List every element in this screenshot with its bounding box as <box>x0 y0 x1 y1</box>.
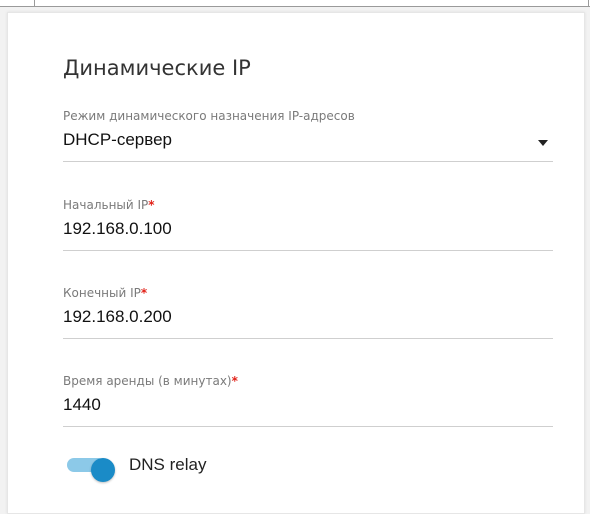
section-title: Динамические IP <box>63 56 251 80</box>
start-ip-input[interactable]: 192.168.0.100 <box>63 219 172 239</box>
end-ip-label-text: Конечный IP <box>63 286 141 300</box>
end-ip-field[interactable]: Конечный IP* 192.168.0.200 <box>63 286 553 346</box>
required-mark: * <box>140 286 148 300</box>
start-ip-label-text: Начальный IP <box>63 198 149 212</box>
lease-time-input[interactable]: 1440 <box>63 395 101 415</box>
required-mark: * <box>231 374 238 388</box>
mode-select[interactable]: Режим динамического назначения IP-адресо… <box>63 109 553 169</box>
start-ip-field[interactable]: Начальный IP* 192.168.0.100 <box>63 198 553 258</box>
dns-relay-toggle-knob[interactable] <box>91 458 115 482</box>
dns-relay-label[interactable]: DNS relay <box>129 455 206 475</box>
mode-value[interactable]: DHCP-сервер <box>63 130 172 150</box>
end-ip-underline <box>63 338 553 339</box>
mode-underline <box>63 161 553 162</box>
lease-time-label: Время аренды (в минутах)* <box>63 374 238 388</box>
lease-time-underline <box>63 426 553 427</box>
end-ip-input[interactable]: 192.168.0.200 <box>63 307 172 327</box>
lease-time-label-text: Время аренды (в минутах) <box>63 374 232 388</box>
top-divider <box>0 0 590 7</box>
dns-relay-toggle[interactable] <box>67 458 115 482</box>
chevron-down-icon[interactable] <box>538 140 548 146</box>
settings-card: Динамические IP Режим динамического назн… <box>7 12 585 514</box>
top-divider-tick <box>34 0 35 6</box>
lease-time-field[interactable]: Время аренды (в минутах)* 1440 <box>63 374 553 434</box>
start-ip-label: Начальный IP* <box>63 198 155 212</box>
start-ip-underline <box>63 250 553 251</box>
end-ip-label: Конечный IP* <box>63 286 147 300</box>
dns-relay-row: DNS relay <box>63 453 363 482</box>
required-mark: * <box>148 198 155 212</box>
top-divider-end-tick <box>588 0 589 6</box>
mode-label: Режим динамического назначения IP-адресо… <box>63 109 355 123</box>
